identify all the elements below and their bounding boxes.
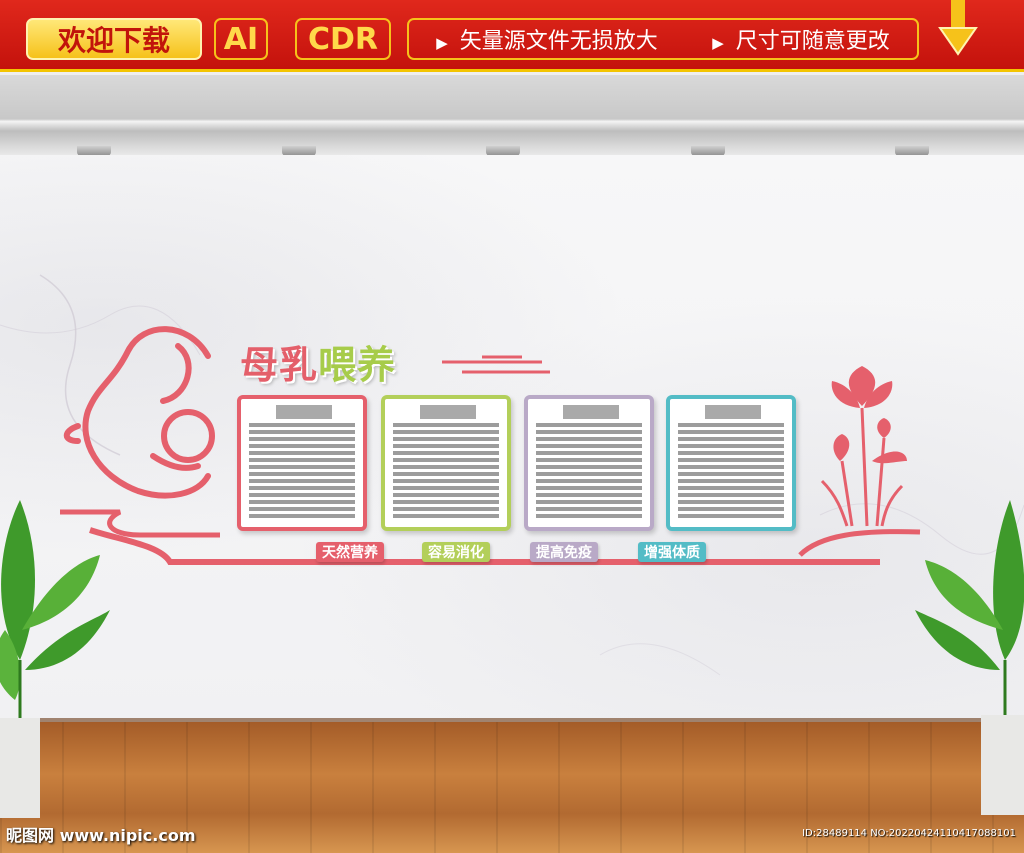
site-watermark: 昵图网 www.nipic.com	[6, 826, 196, 845]
format-ai-badge: AI	[214, 18, 268, 60]
feature-info-box: ▶ 矢量源文件无损放大 ▶ 尺寸可随意更改	[407, 18, 919, 60]
potted-plant-right	[915, 500, 1024, 815]
tag-boost-immunity: 提高免疫	[530, 542, 598, 562]
content-panel-1	[237, 395, 367, 531]
potted-plant-left	[0, 500, 110, 818]
promo-banner: 欢迎下载 AI CDR ▶ 矢量源文件无损放大 ▶ 尺寸可随意更改	[0, 0, 1024, 72]
ceiling	[0, 75, 1024, 155]
content-panel-3	[524, 395, 654, 531]
tag-strengthen-body: 增强体质	[638, 542, 706, 562]
tag-easy-digestion: 容易消化	[422, 542, 490, 562]
title-cloud-lines	[442, 355, 550, 374]
display-title: 母乳 喂养	[240, 343, 397, 387]
image-id-watermark: ID:28489114 NO:20220424110417088101	[802, 828, 1016, 839]
format-cdr-badge: CDR	[295, 18, 391, 60]
content-panel-4	[666, 395, 796, 531]
tag-natural-nutrition: 天然营养	[316, 542, 384, 562]
lotus-flower-icon	[820, 366, 907, 527]
download-arrow-icon[interactable]	[938, 0, 978, 58]
play-triangle-icon: ▶	[712, 34, 724, 52]
feature-item-1: ▶ 矢量源文件无损放大	[436, 29, 658, 54]
feature-item-2: ▶ 尺寸可随意更改	[712, 29, 890, 54]
play-triangle-icon: ▶	[436, 34, 448, 52]
content-panel-2	[381, 395, 511, 531]
welcome-download-badge[interactable]: 欢迎下载	[26, 18, 202, 60]
